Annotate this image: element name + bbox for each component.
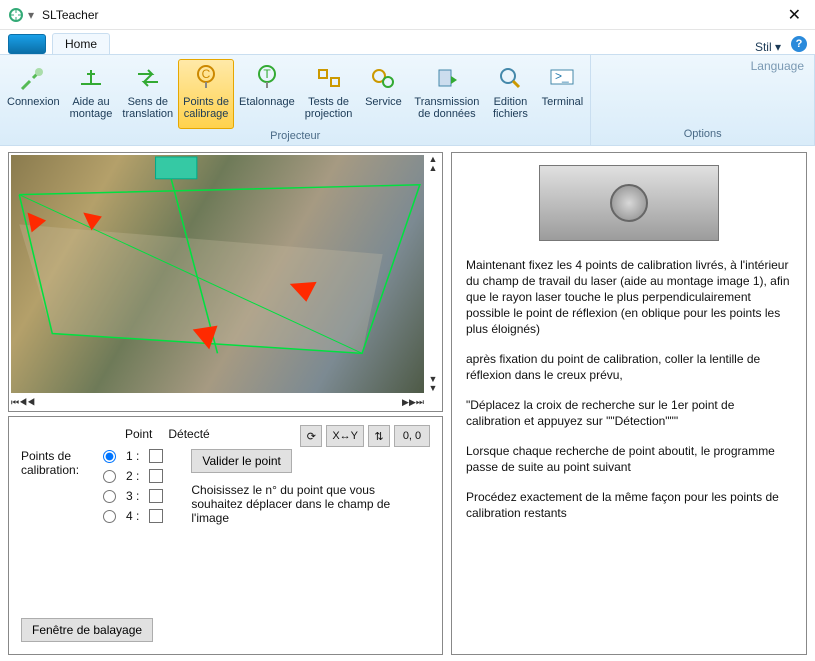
- radio-point-2[interactable]: [103, 470, 116, 483]
- point-row-3: 3 :: [103, 489, 163, 503]
- quick-access[interactable]: [8, 34, 46, 54]
- rb-connexion[interactable]: Connexion: [2, 59, 65, 129]
- scan-window-button[interactable]: Fenêtre de balayage: [21, 618, 153, 642]
- validate-point-button[interactable]: Valider le point: [191, 449, 292, 473]
- rb-sens-translation[interactable]: Sens detranslation: [117, 59, 178, 129]
- data-icon: [431, 62, 463, 94]
- bracket-photo: [539, 165, 719, 241]
- v-scrollbar[interactable]: ▲▲ ▼▼: [426, 155, 440, 393]
- scroll-right-icon[interactable]: ▶▶⏭: [402, 398, 424, 407]
- scroll-top-icon[interactable]: ▲▲: [429, 155, 438, 173]
- points-label: Points de calibration:: [21, 449, 79, 477]
- proj-icon: [313, 62, 345, 94]
- group-projecteur-label: Projecteur: [2, 129, 588, 143]
- rb-aide-montage[interactable]: Aide aumontage: [65, 59, 118, 129]
- help-icon[interactable]: ?: [791, 36, 807, 52]
- rb-points-calibrage[interactable]: C Points decalibrage: [178, 59, 234, 129]
- rb-transmission[interactable]: Transmissionde données: [409, 59, 484, 129]
- ribbon: Connexion Aide aumontage Sens detranslat…: [0, 54, 815, 146]
- header-detecte: Détecté: [168, 427, 209, 441]
- svg-text:C: C: [202, 67, 211, 81]
- rb-tests-projection[interactable]: Tests deprojection: [300, 59, 358, 129]
- calibration-overlay: [11, 155, 424, 393]
- instruction-panel: Maintenant fixez les 4 points de calibra…: [451, 152, 807, 655]
- rb-terminal[interactable]: >_ Terminal: [536, 59, 588, 129]
- window-title: SLTeacher: [42, 8, 98, 22]
- rb-edition-fichiers[interactable]: Editionfichiers: [484, 59, 536, 129]
- chk-detected-2[interactable]: [149, 469, 163, 483]
- hint-text: Choisissez le n° du point que vous souha…: [191, 483, 391, 525]
- tab-home[interactable]: Home: [52, 33, 110, 54]
- btn-xy[interactable]: X↔Y: [326, 425, 364, 447]
- arrows-icon: [132, 62, 164, 94]
- radio-point-3[interactable]: [103, 490, 116, 503]
- rb-etalonnage[interactable]: T Etalonnage: [234, 59, 300, 129]
- language-label[interactable]: Language: [751, 59, 804, 73]
- header-point: Point: [125, 427, 152, 441]
- point-row-4: 4 :: [103, 509, 163, 523]
- plug-icon: [17, 62, 49, 94]
- edit-icon: [494, 62, 526, 94]
- chk-detected-1[interactable]: [149, 449, 163, 463]
- group-options-label: Options: [601, 127, 804, 141]
- chk-detected-4[interactable]: [149, 509, 163, 523]
- svg-text:>_: >_: [555, 69, 569, 83]
- radio-point-4[interactable]: [103, 510, 116, 523]
- h-scrollbar[interactable]: ⏮◀◀ ▶▶⏭: [11, 395, 424, 409]
- gear-icon: [367, 62, 399, 94]
- image-viewport[interactable]: ▲▲ ▼▼ ⏮◀◀ ▶▶⏭: [8, 152, 443, 412]
- instr-p3: après fixation du point de calibration, …: [466, 351, 792, 383]
- terminal-icon: >_: [546, 62, 578, 94]
- point-row-2: 2 :: [103, 469, 163, 483]
- instr-p1: Maintenant fixez les 4 points de calibra…: [466, 257, 792, 289]
- close-button[interactable]: ✕: [782, 5, 807, 25]
- instr-p6: Procédez exactement de la même façon pou…: [466, 489, 792, 521]
- instr-p2: que le rayon laser touche le plus perpen…: [466, 289, 792, 337]
- instr-p5: Lorsque chaque recherche de point abouti…: [466, 443, 792, 475]
- calibration-controls: ⟳ X↔Y ⇅ 0, 0 Point Détecté Points de cal…: [8, 416, 443, 655]
- app-icon: [8, 7, 24, 23]
- svg-text:T: T: [263, 67, 271, 81]
- chk-detected-3[interactable]: [149, 489, 163, 503]
- mount-icon: [75, 62, 107, 94]
- btn-swap[interactable]: ⇅: [368, 425, 390, 447]
- rb-service[interactable]: Service: [357, 59, 409, 129]
- btn-zero[interactable]: 0, 0: [394, 425, 430, 447]
- radio-point-1[interactable]: [103, 450, 116, 463]
- scroll-bottom-icon[interactable]: ▼▼: [429, 375, 438, 393]
- ribbon-tabstrip: Home Stil ▾ ?: [0, 30, 815, 54]
- instr-p4: "Déplacez la croix de recherche sur le 1…: [466, 397, 792, 429]
- titlebar: ▾ SLTeacher ✕: [0, 0, 815, 30]
- point-row-1: 1 :: [103, 449, 163, 463]
- scroll-left-icon[interactable]: ⏮◀◀: [11, 398, 35, 407]
- style-menu[interactable]: Stil ▾: [755, 40, 781, 54]
- target-t-icon: T: [251, 62, 283, 94]
- titlebar-caret[interactable]: ▾: [28, 8, 34, 22]
- btn-refresh[interactable]: ⟳: [300, 425, 322, 447]
- target-c-icon: C: [190, 62, 222, 94]
